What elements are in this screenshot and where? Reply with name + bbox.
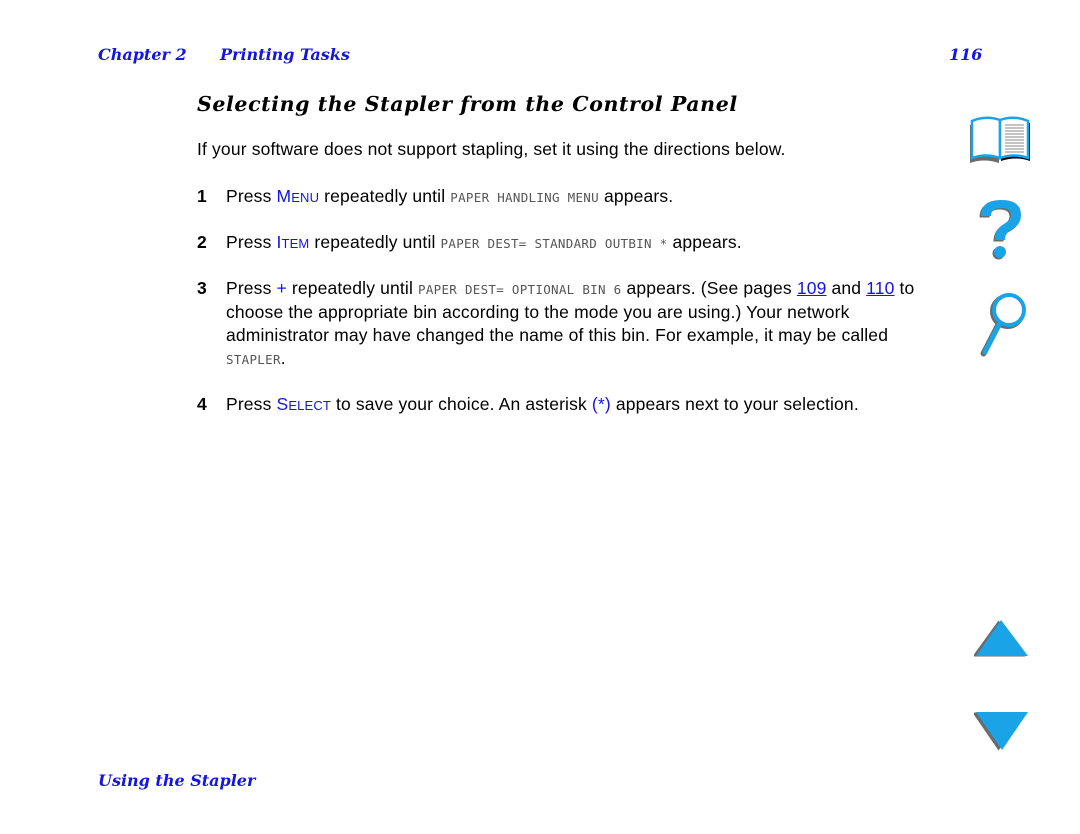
step-number: 1 [197,186,207,206]
search-magnifier-icon[interactable] [975,290,1030,358]
step-number: 3 [197,278,207,298]
item-key-label: ITEM [277,232,310,252]
display-message: PAPER DEST= OPTIONAL BIN 6 [418,282,622,297]
step-text: Press [226,186,277,206]
step-text: Press [226,232,277,252]
step-text: Press [226,394,277,414]
select-key-label: SELECT [277,394,331,414]
step-item: 2 Press ITEM repeatedly until PAPER DEST… [197,231,937,255]
previous-page-arrow-icon[interactable] [972,618,1030,658]
intro-paragraph: If your software does not support stapli… [197,139,786,159]
step-text: appears. (See pages [621,278,797,298]
key-rest: ENU [291,190,320,205]
page-title: Selecting the Stapler from the Control P… [197,92,738,116]
step-text: repeatedly until [309,232,441,252]
key-rest: ELECT [288,398,331,413]
plus-key-label: + [276,278,287,298]
step-item: 4 Press SELECT to save your choice. An a… [197,393,937,417]
step-text: to save your choice. An asterisk [330,394,592,414]
step-text: Press [226,278,277,298]
step-item: 3 Press + repeatedly until PAPER DEST= O… [197,277,937,371]
page-link-110[interactable]: 110 [866,278,894,298]
page-link-109[interactable]: 109 [797,278,827,298]
asterisk-symbol: (*) [591,394,611,414]
step-text: appears. [598,186,674,206]
contents-book-icon[interactable] [966,113,1038,165]
footer-section-link[interactable]: Using the Stapler [98,771,255,790]
section-link[interactable]: Printing Tasks [220,45,350,64]
step-number: 4 [197,394,207,414]
display-message: STAPLER [226,352,281,367]
step-item: 1 Press MENU repeatedly until PAPER HAND… [197,185,937,209]
key-initial: S [276,394,289,414]
key-initial: M [276,186,292,206]
step-text: repeatedly until [319,186,451,206]
help-question-icon[interactable] [975,196,1027,264]
step-number: 2 [197,232,207,252]
step-text: appears next to your selection. [610,394,859,414]
menu-key-label: MENU [277,186,320,206]
step-text: . [280,348,286,368]
page-number: 116 [949,45,983,64]
display-message: PAPER DEST= STANDARD OUTBIN * [440,236,668,251]
step-text: and [826,278,867,298]
next-page-arrow-icon[interactable] [972,710,1030,752]
display-message: PAPER HANDLING MENU [450,190,599,205]
step-text: appears. [667,232,742,252]
key-rest: TEM [281,236,310,251]
step-text: repeatedly until [286,278,418,298]
chapter-link[interactable]: Chapter 2 [98,45,187,64]
